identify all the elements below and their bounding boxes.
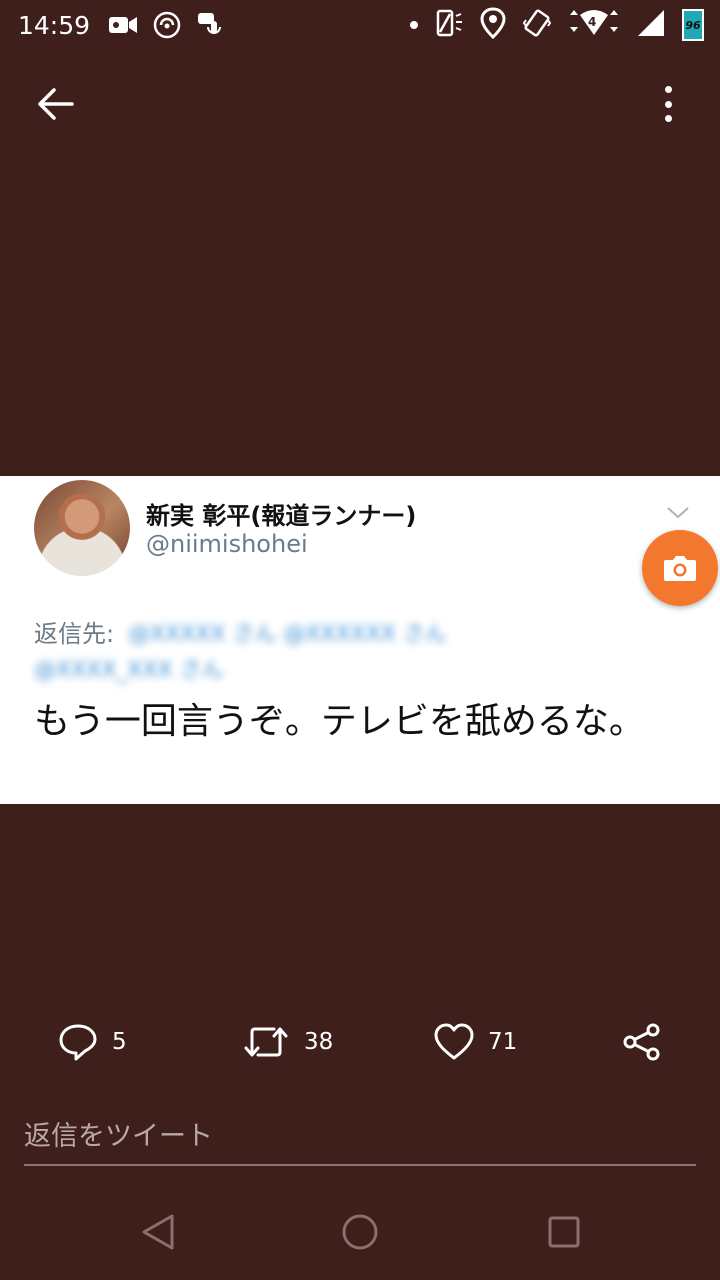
reply-to-users-2: @XXXX_XXX さん (34, 658, 224, 683)
reply-to-label: 返信先: (34, 620, 115, 648)
screen-rotate-icon (434, 8, 464, 42)
author-avatar (34, 480, 130, 576)
triangle-back-icon (142, 1214, 174, 1250)
status-bar: 14:59 4 96 (0, 0, 720, 50)
more-dot (664, 115, 672, 122)
retweet-count: 38 (304, 1029, 334, 1055)
battery-icon: 96 (682, 9, 704, 41)
reply-count: 5 (112, 1029, 127, 1055)
video-camera-icon (108, 14, 138, 36)
voice-chat-icon (196, 11, 224, 39)
heart-icon (434, 1023, 474, 1060)
author-handle: @niimishohei (146, 530, 308, 558)
retweet-button[interactable]: 38 (242, 1020, 333, 1064)
notification-dot-icon (410, 21, 418, 29)
status-time: 14:59 (18, 10, 91, 40)
reply-to-users: @XXXXX さん @XXXXXX さん (128, 622, 447, 647)
like-count: 71 (488, 1029, 518, 1055)
back-button[interactable] (36, 86, 76, 122)
location-icon (480, 7, 506, 43)
square-recents-icon (548, 1216, 580, 1248)
retweet-icon (244, 1027, 288, 1057)
status-icons: 4 96 (410, 7, 704, 43)
nav-home-button[interactable] (338, 1210, 382, 1254)
like-button[interactable]: 71 (434, 1020, 517, 1064)
reply-button[interactable]: 5 (58, 1020, 127, 1064)
tweet-text: もう一回言うぞ。テレビを舐めるな。 (34, 701, 645, 742)
reply-bubble-icon (59, 1024, 97, 1061)
more-options-button[interactable] (656, 84, 680, 124)
reply-tweet-input[interactable] (24, 1108, 696, 1166)
tweet-screenshot-image[interactable]: 新実 彰平(報道ランナー) @niimishohei 返信先: @XXXXX さ… (0, 476, 720, 804)
nav-back-button[interactable] (136, 1210, 180, 1254)
nav-recents-button[interactable] (542, 1210, 586, 1254)
signal-label: 4 (588, 15, 597, 29)
wifi-icon: 4 (568, 9, 620, 41)
vibrate-icon (522, 8, 552, 42)
share-icon (623, 1023, 660, 1061)
arrow-left-icon (38, 88, 74, 120)
chevron-down-icon (667, 507, 689, 519)
hotspot-icon (152, 10, 182, 40)
share-button[interactable] (622, 1020, 662, 1064)
screenshot-camera-button[interactable] (642, 530, 718, 606)
cell-signal-icon (636, 8, 666, 42)
circle-home-icon (342, 1214, 378, 1250)
camera-icon (664, 556, 696, 581)
more-vertical-icon (664, 86, 672, 93)
more-dot (664, 100, 672, 108)
author-name: 新実 彰平(報道ランナー) (146, 502, 417, 530)
